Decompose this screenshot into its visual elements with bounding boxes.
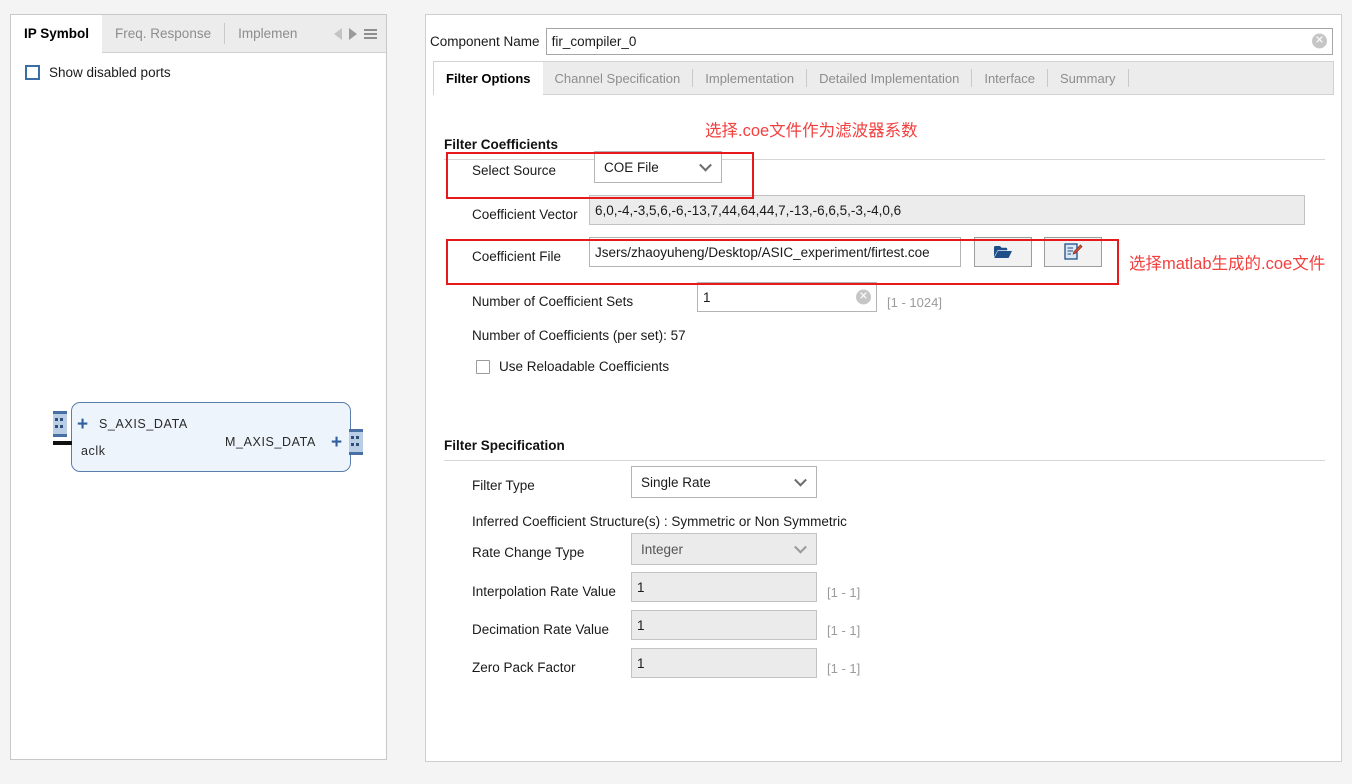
tab-freq-response-label: Freq. Response — [115, 26, 212, 41]
configuration-tabbar: Filter Options Channel Specification Imp… — [433, 61, 1334, 95]
component-name-input[interactable]: fir_compiler_0 ✕ — [545, 27, 1333, 55]
component-name-value: fir_compiler_0 — [551, 33, 637, 49]
slave-port-expand-icon[interactable]: + — [77, 415, 88, 434]
clock-pin-icon — [53, 441, 72, 445]
rate-change-type-dropdown[interactable]: Integer — [631, 533, 817, 565]
show-disabled-ports-label: Show disabled ports — [49, 65, 171, 80]
master-port-expand-icon[interactable]: + — [331, 433, 342, 452]
decimation-rate-range: [1 - 1] — [827, 623, 861, 638]
coefficient-vector-value: 6,0,-4,-3,5,6,-6,-13,7,44,64,44,7,-13,-6… — [595, 202, 902, 218]
filter-coefficients-heading: Filter Coefficients — [444, 137, 559, 152]
tab-detailed-implementation[interactable]: Detailed Implementation — [807, 62, 971, 94]
master-bus-connector-icon — [349, 429, 363, 455]
zero-pack-factor-value: 1 — [637, 655, 645, 671]
rate-change-type-value: Integer — [641, 541, 684, 557]
slave-port-label: S_AXIS_DATA — [99, 417, 188, 431]
rate-change-type-label: Rate Change Type — [472, 545, 585, 560]
annotation-text-right: 选择matlab生成的.coe文件 — [1129, 255, 1326, 273]
number-of-sets-value: 1 — [703, 289, 711, 305]
component-name-row: Component Name fir_compiler_0 ✕ — [426, 15, 1341, 59]
number-of-sets-range: [1 - 1024] — [887, 295, 942, 310]
clock-port-label: aclk — [81, 444, 106, 458]
tab-implementation-label: Implemen — [238, 26, 298, 41]
coefficient-file-input[interactable]: Jsers/zhaoyuheng/Desktop/ASIC_experiment… — [589, 237, 961, 267]
decimation-rate-label: Decimation Rate Value — [472, 622, 610, 637]
tab-divider — [1127, 69, 1129, 87]
show-disabled-ports-row[interactable]: Show disabled ports — [11, 53, 386, 80]
filter-type-dropdown[interactable]: Single Rate — [631, 466, 817, 498]
left-panel-tabbar: IP Symbol Freq. Response Implemen — [11, 15, 386, 53]
interpolation-rate-label: Interpolation Rate Value — [472, 584, 616, 599]
coefficient-vector-field: 6,0,-4,-3,5,6,-6,-13,7,44,64,44,7,-13,-6… — [589, 195, 1305, 225]
clear-circle-icon[interactable]: ✕ — [1312, 33, 1327, 49]
decimation-rate-value: 1 — [637, 617, 645, 633]
hamburger-menu-icon[interactable] — [364, 28, 377, 39]
chevron-down-icon — [794, 540, 807, 554]
select-source-value: COE File — [604, 159, 659, 175]
interpolation-rate-value: 1 — [637, 579, 645, 595]
tab-detailed-implementation-label: Detailed Implementation — [819, 70, 960, 86]
ip-symbol-panel: IP Symbol Freq. Response Implemen Show d… — [10, 14, 387, 760]
inferred-structure-text: Inferred Coefficient Structure(s) : Symm… — [472, 514, 847, 529]
number-of-sets-label: Number of Coefficient Sets — [472, 294, 634, 309]
filter-specification-heading: Filter Specification — [444, 438, 565, 453]
tab-nav-controls — [330, 15, 386, 52]
tab-filter-options-label: Filter Options — [446, 70, 531, 86]
select-source-label: Select Source — [472, 163, 557, 178]
slave-bus-connector-icon — [53, 411, 67, 437]
use-reloadable-label: Use Reloadable Coefficients — [499, 359, 670, 374]
folder-open-icon — [994, 246, 1012, 258]
filter-coefficients-divider — [444, 159, 1325, 160]
tab-freq-response[interactable]: Freq. Response — [102, 15, 225, 52]
tab-summary-label: Summary — [1059, 70, 1116, 86]
tab-summary[interactable]: Summary — [1048, 62, 1128, 94]
edit-document-icon — [1064, 243, 1083, 260]
coefficient-file-label: Coefficient File — [472, 249, 562, 264]
coefficients-per-set-text: Number of Coefficients (per set): 57 — [472, 328, 686, 343]
filter-type-value: Single Rate — [641, 474, 711, 490]
tab-implementation[interactable]: Implemen — [225, 15, 311, 52]
tab-ip-symbol[interactable]: IP Symbol — [11, 15, 103, 53]
annotation-text-top: 选择.coe文件作为滤波器系数 — [705, 122, 918, 140]
tab-channel-specification-label: Channel Specification — [554, 70, 681, 86]
triangle-left-icon[interactable] — [334, 27, 342, 40]
zero-pack-factor-label: Zero Pack Factor — [472, 660, 576, 675]
tab-interface[interactable]: Interface — [972, 62, 1047, 94]
browse-coefficient-file-button[interactable] — [974, 237, 1032, 267]
select-source-dropdown[interactable]: COE File — [594, 151, 722, 183]
coefficient-vector-label: Coefficient Vector — [472, 207, 578, 222]
ip-symbol-diagram: + + S_AXIS_DATA M_AXIS_DATA aclk — [53, 389, 363, 485]
use-reloadable-checkbox[interactable] — [476, 359, 490, 374]
tab-interface-label: Interface — [984, 70, 1035, 86]
chevron-down-icon — [699, 158, 712, 172]
edit-coefficient-file-button[interactable] — [1044, 237, 1102, 267]
zero-pack-factor-input[interactable]: 1 — [631, 648, 817, 678]
triangle-right-icon[interactable] — [349, 27, 357, 40]
filter-type-label: Filter Type — [472, 478, 535, 493]
show-disabled-ports-checkbox[interactable] — [25, 65, 40, 80]
number-of-sets-input[interactable]: 1 ✕ — [697, 282, 877, 312]
tab-filter-options[interactable]: Filter Options — [434, 62, 543, 95]
filter-specification-divider — [444, 460, 1325, 461]
zero-pack-factor-range: [1 - 1] — [827, 661, 861, 676]
interpolation-rate-range: [1 - 1] — [827, 585, 861, 600]
decimation-rate-input[interactable]: 1 — [631, 610, 817, 640]
component-name-label: Component Name — [430, 33, 540, 49]
clear-circle-icon[interactable]: ✕ — [856, 289, 871, 305]
tab-implementation[interactable]: Implementation — [693, 62, 806, 94]
master-port-label: M_AXIS_DATA — [225, 435, 316, 449]
interpolation-rate-input[interactable]: 1 — [631, 572, 817, 602]
tab-ip-symbol-label: IP Symbol — [24, 26, 90, 41]
tab-channel-specification[interactable]: Channel Specification — [543, 62, 693, 94]
coefficient-file-value: Jsers/zhaoyuheng/Desktop/ASIC_experiment… — [595, 244, 930, 260]
tab-implementation-label: Implementation — [705, 70, 795, 86]
chevron-down-icon — [794, 473, 807, 487]
use-reloadable-row[interactable]: Use Reloadable Coefficients — [476, 359, 669, 374]
